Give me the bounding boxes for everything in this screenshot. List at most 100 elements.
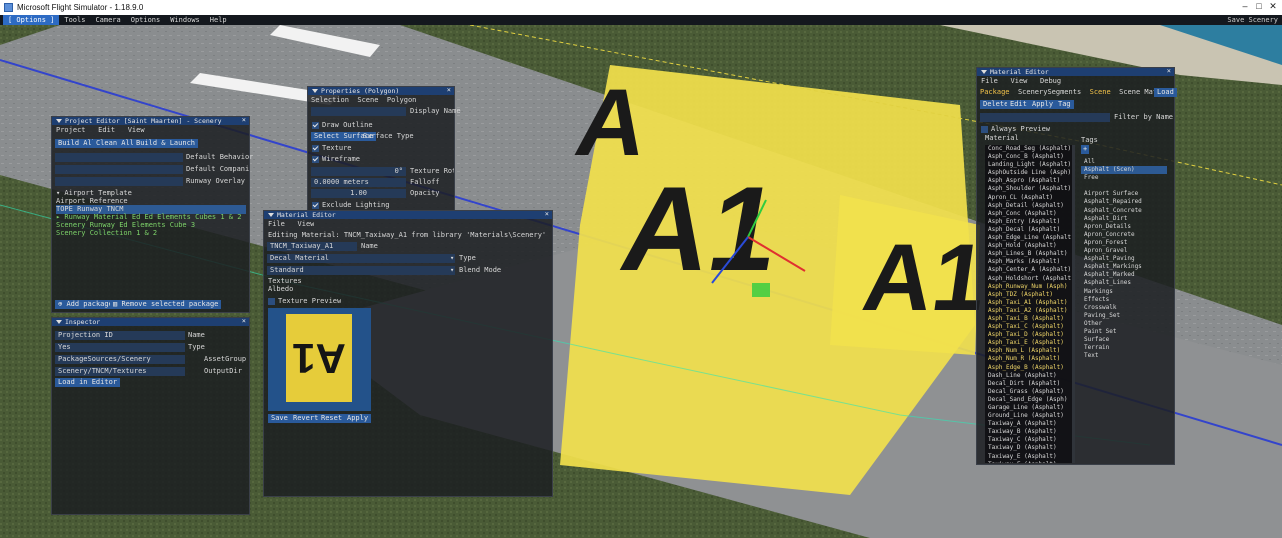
menu-windows[interactable]: Windows (165, 15, 205, 25)
menu-options-dev[interactable]: [ Options ] (3, 15, 60, 25)
texture-preview-checkbox[interactable] (268, 298, 275, 305)
material-list-item[interactable]: Asph_Taxi_B (Asphalt) (985, 315, 1072, 323)
tag-item[interactable]: Paving_Set (1081, 312, 1167, 320)
collapse-icon[interactable] (56, 320, 62, 324)
display-name-field[interactable] (311, 107, 406, 116)
material-list-item[interactable]: Asph_Lines_B (Asphalt) (985, 250, 1072, 258)
material-library-titlebar[interactable]: Material Editor × (977, 67, 1174, 76)
crumb-package[interactable]: Package (980, 88, 1010, 96)
crumb-scenery-segments[interactable]: ScenerySegments (1018, 88, 1081, 96)
tag-item[interactable]: Asphalt_Markings (1081, 263, 1167, 271)
material-list-item[interactable]: Apron_CL (Asphalt) (985, 194, 1072, 202)
remove-package-button[interactable]: ▥ Remove selected package (110, 300, 222, 309)
tag-item[interactable]: Asphalt (Scen) (1081, 166, 1167, 175)
apply-button[interactable]: Apply (344, 414, 372, 423)
material-list-item[interactable]: Asph_Taxi_A1 (Asphalt) (985, 299, 1072, 307)
tag-item[interactable]: Crosswalk (1081, 304, 1167, 312)
menu-view[interactable]: View (1011, 77, 1028, 85)
close-icon[interactable]: × (545, 210, 549, 218)
material-list-item[interactable]: Asph_Conc_B (Asphalt) (985, 153, 1072, 161)
name-field[interactable]: Projection ID (55, 331, 185, 340)
menu-edit[interactable]: Edit (98, 126, 115, 134)
material-list-item[interactable]: Taxiway_A (Asphalt) (985, 420, 1072, 428)
inspector-titlebar[interactable]: Inspector × (52, 317, 249, 326)
exclude-lighting-checkbox[interactable] (312, 202, 319, 209)
tab-scene[interactable]: Scene (357, 96, 378, 104)
material-list-item[interactable]: Taxiway_F (Asphalt) (985, 461, 1072, 463)
material-list-item[interactable]: Asph_Hold (Asphalt) (985, 242, 1072, 250)
tag-item[interactable]: Asphalt_Dirt (1081, 215, 1167, 223)
tag-item[interactable]: Asphalt_Lines (1081, 279, 1167, 287)
material-list-item[interactable]: Taxiway_B (Asphalt) (985, 428, 1072, 436)
tag-item[interactable]: Asphalt_Marked (1081, 271, 1167, 279)
add-tag-button[interactable]: + (1081, 145, 1090, 154)
load-button[interactable]: Load (1154, 88, 1177, 97)
material-list-item[interactable]: Taxiway_D (Asphalt) (985, 444, 1072, 452)
material-list-item[interactable]: Asph_Decal (Asphalt) (985, 226, 1072, 234)
tag-item[interactable]: Asphalt_Repaired (1081, 198, 1167, 206)
menu-help[interactable]: Help (205, 15, 232, 25)
tag-item[interactable]: Markings (1081, 288, 1167, 296)
tag-item[interactable]: Free (1081, 174, 1167, 182)
save-button[interactable]: Save (268, 414, 291, 423)
tag-item[interactable]: Terrain (1081, 344, 1167, 352)
tab-selection[interactable]: Selection (311, 96, 349, 104)
overlay-texture-field[interactable] (55, 177, 183, 186)
material-list-item[interactable]: Asph_Shoulder (Asphalt) (985, 185, 1072, 193)
apply-button[interactable]: Apply (1029, 100, 1057, 109)
material-list-item[interactable]: Asph_Num_R (Asphalt) (985, 355, 1072, 363)
tag-item[interactable]: Apron_Concrete (1081, 231, 1167, 239)
material-list-item[interactable]: Asph_Edge_Line (Asphalt) (985, 234, 1072, 242)
menu-file[interactable]: File (268, 220, 285, 228)
chevron-down-icon[interactable]: ▾ (450, 254, 454, 263)
material-name-field[interactable]: TNCM_Taxiway_A1 (267, 242, 357, 251)
material-list-scrollbar[interactable] (1072, 145, 1075, 463)
crumb-scene[interactable]: Scene (1090, 88, 1111, 96)
material-list-item[interactable]: Asph_Num_L (Asphalt) (985, 347, 1072, 355)
reset-button[interactable]: Reset (318, 414, 346, 423)
menu-debug[interactable]: Debug (1040, 77, 1061, 85)
material-list-item[interactable]: Conc_Road_Seg (Asphalt) (985, 145, 1072, 153)
project-editor-titlebar[interactable]: Project Editor [Saint Maarten] - Scenery… (52, 116, 249, 125)
tab-polygon[interactable]: Polygon (387, 96, 417, 104)
tag-item[interactable]: Effects (1081, 296, 1167, 304)
material-filter-input[interactable] (980, 113, 1110, 122)
material-list[interactable]: Conc_Road_Seg (Asphalt) Asph_Conc_B (Asph… (985, 145, 1072, 463)
save-scenery-link[interactable]: Save Scenery (1227, 15, 1278, 25)
close-icon[interactable]: × (447, 86, 451, 94)
material-list-item[interactable]: Dash_Line (Asphalt) (985, 372, 1072, 380)
material-list-item[interactable]: Garage_Line (Asphalt) (985, 404, 1072, 412)
material-list-item[interactable]: Asph_Taxi_E (Asphalt) (985, 339, 1072, 347)
close-icon[interactable]: × (1167, 67, 1171, 75)
menu-tools[interactable]: Tools (59, 15, 90, 25)
tag-item[interactable]: Text (1081, 352, 1167, 360)
wireframe-checkbox[interactable] (312, 156, 319, 163)
tag-button[interactable]: Tag (1055, 100, 1074, 109)
add-package-button[interactable]: ⊕ Add package (55, 300, 116, 309)
collapse-icon[interactable] (981, 70, 987, 74)
menu-view[interactable]: View (128, 126, 145, 134)
material-list-item[interactable]: Ground_Line (Asphalt) (985, 412, 1072, 420)
gizmo-plane-handle[interactable] (752, 283, 770, 297)
menu-camera[interactable]: Camera (90, 15, 125, 25)
tree-item[interactable]: Scenery Collection 1 & 2 (56, 229, 246, 238)
material-list-item[interactable]: Decal_Dirt (Asphalt) (985, 380, 1072, 388)
tag-item[interactable]: Surface (1081, 336, 1167, 344)
texture-rotation-field[interactable]: 0° (311, 167, 406, 176)
material-list-item[interactable]: Decal_Sand_Edge (Asph) (985, 396, 1072, 404)
menu-file[interactable]: File (981, 77, 998, 85)
material-list-item[interactable]: Asph_Edge_B (Asphalt) (985, 364, 1072, 372)
tag-item[interactable]: Asphalt_Concrete (1081, 207, 1167, 215)
collapse-icon[interactable] (268, 213, 274, 217)
falloff-field[interactable]: 0.0000 meters (311, 178, 406, 187)
tag-item[interactable] (1081, 182, 1167, 190)
material-list-item[interactable]: Taxiway_E (Asphalt) (985, 453, 1072, 461)
material-list-item[interactable]: Asph_Taxi_D (Asphalt) (985, 331, 1072, 339)
material-list-item[interactable]: Asph_Center_A (Asphalt) (985, 266, 1072, 274)
material-list-item[interactable]: Asph_Aspro (Asphalt) (985, 177, 1072, 185)
default-companies-field[interactable] (55, 165, 183, 174)
build-launch-button[interactable]: Build & Launch (133, 139, 199, 148)
tag-item[interactable]: Asphalt_Paving (1081, 255, 1167, 263)
material-list-item[interactable]: Asph_TDZ (Asphalt) (985, 291, 1072, 299)
material-list-item[interactable]: Asph_Detail (Asphalt) (985, 202, 1072, 210)
